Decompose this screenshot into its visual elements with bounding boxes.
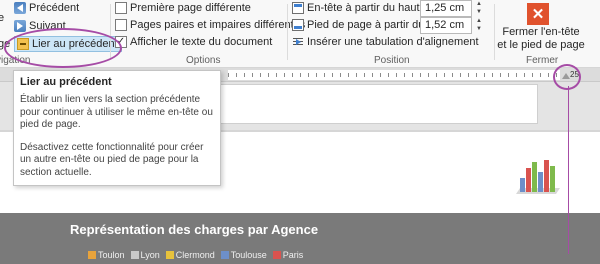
footer-position-icon: [292, 19, 304, 31]
footer-from-bottom-spinner[interactable]: ▲ ▼: [474, 17, 484, 34]
close-group-label: Fermer: [526, 55, 559, 66]
previous-icon: [14, 2, 26, 14]
partial-left-label: e: [0, 10, 4, 26]
alignment-tab-icon: [292, 36, 304, 48]
header-from-top-option: En-tête à partir du haut :: [292, 0, 426, 16]
chart-thumbnail-icon[interactable]: [512, 154, 562, 198]
chart-title: Représentation des charges par Agence: [70, 222, 319, 237]
legend-item: Toulouse: [220, 250, 267, 260]
different-odd-even-label: Pages paires et impaires différentes: [130, 19, 306, 31]
legend-item: Paris: [272, 250, 304, 260]
legend-swatch: [272, 251, 281, 259]
close-label-line2: et le pied de page: [497, 39, 585, 51]
legend-label: Paris: [282, 250, 304, 260]
tooltip-paragraph-1: Établir un lien vers la section précéden…: [20, 94, 213, 130]
show-document-text-label: Afficher le texte du document: [130, 36, 273, 48]
tooltip-paragraph-2: Désactivez cette fonctionnalité pour cré…: [20, 141, 204, 178]
chart-bar: [532, 162, 537, 192]
position-group-label: Position: [374, 55, 410, 66]
different-first-page-label: Première page différente: [130, 2, 251, 14]
close-header-footer-button[interactable]: ✕: [527, 3, 549, 25]
chart-legend: Toulon Lyon Clermond Toulouse Paris: [88, 250, 303, 260]
link-to-previous-tooltip: Lier au précédent Établir un lien vers l…: [13, 70, 221, 186]
legend-item: Clermond: [165, 250, 215, 260]
partial-label-text: e: [0, 12, 4, 24]
different-odd-even-option[interactable]: Pages paires et impaires différentes: [115, 17, 305, 33]
legend-item: Toulon: [88, 250, 125, 260]
tooltip-title: Lier au précédent: [20, 76, 112, 88]
chart-bar: [544, 160, 549, 192]
show-document-text-option[interactable]: ✓ Afficher le texte du document: [115, 34, 272, 50]
header-position-icon: [292, 2, 304, 14]
legend-label: Clermond: [175, 250, 215, 260]
close-icon: ✕: [531, 6, 545, 23]
legend-label: Toulon: [98, 250, 125, 260]
ruler-ticks: [228, 73, 560, 77]
legend-label: Lyon: [140, 250, 160, 260]
legend-swatch: [130, 251, 139, 259]
legend-swatch: [165, 251, 174, 259]
group-separator: [494, 4, 495, 60]
different-odd-even-checkbox[interactable]: [115, 19, 127, 31]
header-from-top-value: 1,25 cm: [425, 2, 465, 14]
next-icon: [14, 20, 26, 32]
close-label-line1: Fermer l'en-tête: [502, 26, 580, 38]
legend-label: Toulouse: [230, 250, 267, 260]
legend-swatch: [88, 251, 96, 259]
different-first-page-checkbox[interactable]: [115, 2, 127, 14]
footer-from-bottom-input[interactable]: 1,52 cm: [420, 17, 472, 34]
highlight-circle: [553, 64, 581, 90]
chart-bar: [520, 178, 525, 192]
header-from-top-input[interactable]: 1,25 cm: [420, 0, 472, 17]
legend-item: Lyon: [130, 250, 160, 260]
chart-bar: [550, 166, 555, 192]
insert-alignment-tab-button[interactable]: Insérer une tabulation d'alignement: [292, 34, 479, 50]
previous-button[interactable]: Précédent: [14, 0, 79, 16]
header-from-top-spinner[interactable]: ▲ ▼: [474, 0, 484, 17]
group-separator: [287, 4, 288, 60]
insert-alignment-tab-label: Insérer une tabulation d'alignement: [307, 36, 479, 48]
chart-bar: [538, 172, 543, 192]
previous-label: Précédent: [29, 2, 80, 14]
options-group-label: Options: [186, 55, 221, 66]
legend-swatch: [220, 251, 229, 259]
close-header-footer-label[interactable]: Fermer l'en-tête et le pied de page: [496, 26, 586, 52]
chart-bar: [526, 168, 531, 192]
different-first-page-option[interactable]: Première page différente: [115, 0, 251, 16]
header-from-top-label: En-tête à partir du haut :: [307, 2, 426, 14]
highlight-ellipse: [4, 28, 122, 68]
annotation-line: [568, 86, 569, 254]
footer-from-bottom-value: 1,52 cm: [425, 19, 465, 31]
